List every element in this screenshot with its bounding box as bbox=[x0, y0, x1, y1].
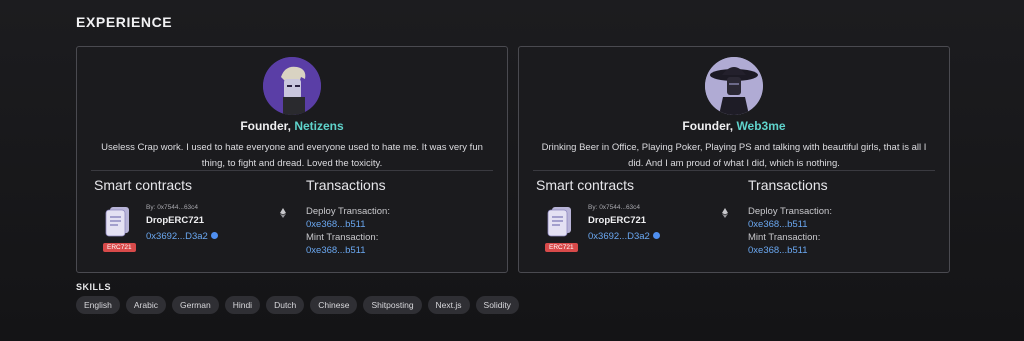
erc-badge: ERC721 bbox=[545, 243, 578, 252]
verified-icon bbox=[210, 232, 218, 239]
contract-name: DropERC721 bbox=[588, 215, 647, 226]
mint-transaction-label: Mint Transaction: bbox=[748, 232, 821, 243]
ethereum-icon bbox=[280, 205, 286, 218]
ethereum-icon bbox=[722, 205, 728, 218]
skill-chip: Solidity bbox=[475, 296, 519, 314]
role-label: Founder, bbox=[682, 119, 734, 133]
mint-transaction-link[interactable]: 0xe368...b511 bbox=[748, 245, 808, 256]
document-icon bbox=[547, 205, 573, 239]
skill-chip: English bbox=[76, 296, 120, 314]
divider bbox=[91, 170, 493, 171]
skill-chip: Shitposting bbox=[363, 296, 422, 314]
section-title: EXPERIENCE bbox=[76, 14, 173, 30]
smart-contracts-title: Smart contracts bbox=[536, 177, 635, 193]
deploy-transaction-link[interactable]: 0xe368...b511 bbox=[748, 219, 808, 230]
skill-chip: Chinese bbox=[310, 296, 358, 314]
skill-chip: Dutch bbox=[266, 296, 305, 314]
role-title: Founder, Web3me bbox=[519, 119, 949, 133]
transactions-title: Transactions bbox=[306, 177, 386, 193]
deploy-transaction-label: Deploy Transaction: bbox=[306, 206, 390, 217]
role-label: Founder, bbox=[240, 119, 291, 133]
description: Useless Crap work. I used to hate everyo… bbox=[101, 142, 483, 169]
avatar bbox=[705, 57, 763, 115]
role-title: Founder, Netizens bbox=[77, 119, 507, 133]
company-link[interactable]: Netizens bbox=[294, 119, 343, 133]
skill-chip: Arabic bbox=[125, 296, 166, 314]
skill-chip: German bbox=[171, 296, 219, 314]
verified-icon bbox=[652, 232, 660, 239]
mint-transaction-label: Mint Transaction: bbox=[306, 232, 379, 243]
skills-list: English Arabic German Hindi Dutch Chines… bbox=[76, 296, 519, 314]
skill-chip: Next.js bbox=[427, 296, 470, 314]
transactions-title: Transactions bbox=[748, 177, 828, 193]
contract-author: By: 0x7544...63c4 bbox=[146, 204, 199, 211]
description: Drinking Beer in Office, Playing Poker, … bbox=[541, 142, 927, 169]
smart-contracts-title: Smart contracts bbox=[94, 177, 193, 193]
mint-transaction-link[interactable]: 0xe368...b511 bbox=[306, 245, 366, 256]
experience-card-web3me: Founder, Web3me Drinking Beer in Office,… bbox=[518, 46, 950, 273]
contract-address-text[interactable]: 0x3692...D3a2 bbox=[146, 231, 208, 242]
contract-address[interactable]: 0x3692...D3a2 bbox=[146, 231, 218, 242]
skill-chip: Hindi bbox=[224, 296, 261, 314]
divider bbox=[533, 170, 935, 171]
contract-name: DropERC721 bbox=[146, 215, 205, 226]
deploy-transaction-link[interactable]: 0xe368...b511 bbox=[306, 219, 366, 230]
avatar bbox=[263, 57, 321, 115]
document-icon bbox=[105, 205, 131, 239]
contract-address[interactable]: 0x3692...D3a2 bbox=[588, 231, 660, 242]
experience-card-netizens: Founder, Netizens Useless Crap work. I u… bbox=[76, 46, 508, 273]
deploy-transaction-label: Deploy Transaction: bbox=[748, 206, 832, 217]
erc-badge: ERC721 bbox=[103, 243, 136, 252]
contract-author: By: 0x7544...63c4 bbox=[588, 204, 641, 211]
contract-address-text[interactable]: 0x3692...D3a2 bbox=[588, 231, 650, 242]
company-link[interactable]: Web3me bbox=[736, 119, 785, 133]
skills-title: SKILLS bbox=[76, 282, 112, 292]
